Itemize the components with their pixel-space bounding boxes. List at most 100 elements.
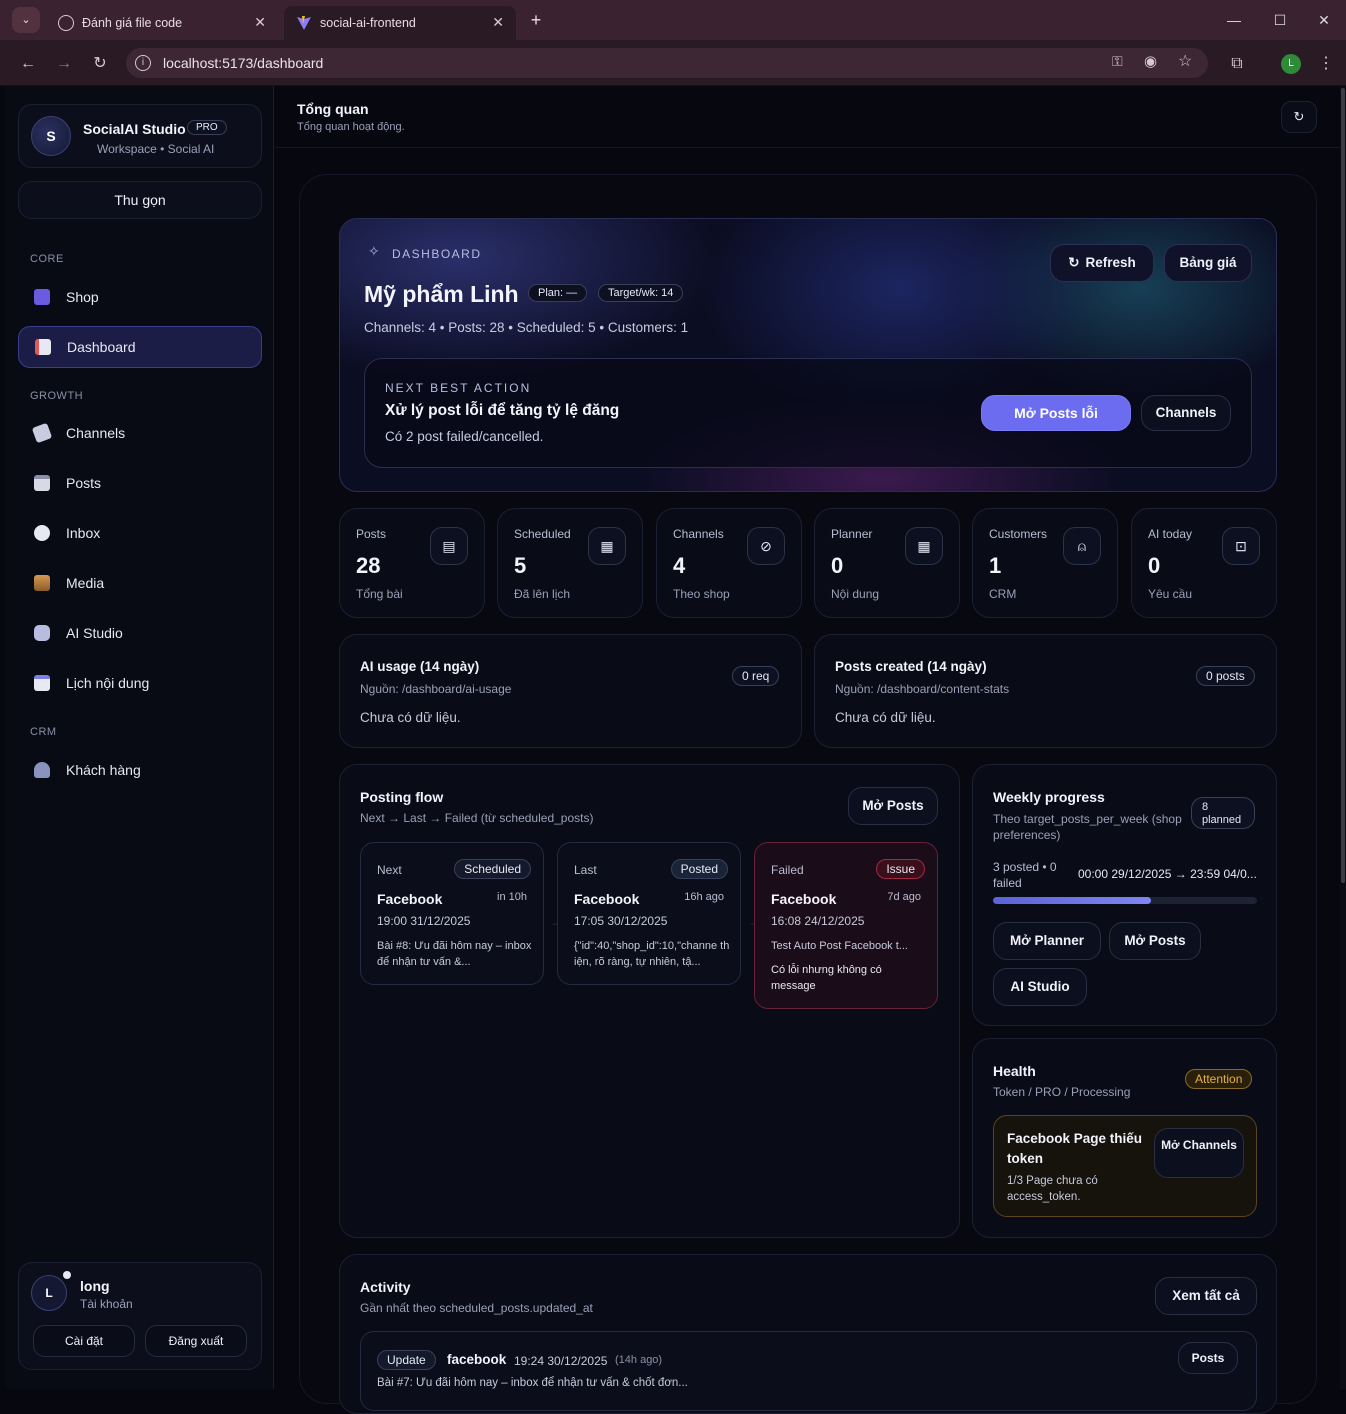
eye-icon[interactable]: ◉	[1144, 52, 1157, 70]
weekly-open-posts-button[interactable]: Mở Posts	[1109, 922, 1201, 960]
weekly-progress-panel: Weekly progress Theo target_posts_per_we…	[972, 764, 1277, 1026]
open-channels-button[interactable]: Mở Channels	[1154, 1128, 1244, 1178]
password-key-icon[interactable]: ⚿	[1112, 53, 1123, 70]
refresh-icon: ↻	[1068, 255, 1080, 270]
header-refresh-icon[interactable]: ↻	[1281, 101, 1317, 133]
site-info-icon[interactable]: i	[135, 55, 151, 71]
view-all-button[interactable]: Xem tất cả	[1155, 1277, 1257, 1315]
tab-title: Đánh giá file code	[82, 16, 183, 30]
media-icon	[34, 575, 50, 591]
user-avatar[interactable]: L	[31, 1275, 67, 1311]
sidebar-item-customers[interactable]: Khách hàng	[18, 749, 262, 791]
sidebar-item-calendar[interactable]: Lịch nội dung	[18, 662, 262, 704]
nba-channels-button[interactable]: Channels	[1141, 395, 1231, 431]
attention-badge: Attention	[1185, 1069, 1253, 1089]
stat-value: 0	[831, 553, 844, 578]
open-posts-button[interactable]: Mở Posts	[848, 787, 938, 825]
nba-description: Có 2 post failed/cancelled.	[385, 429, 544, 444]
open-failed-posts-button[interactable]: Mở Posts lỗi	[981, 395, 1131, 431]
pro-badge: PRO	[187, 120, 227, 135]
sidebar-item-label: Posts	[66, 475, 102, 491]
sparkle-icon: ✧	[368, 243, 380, 259]
ai-usage-source: Nguồn: /dashboard/ai-usage	[360, 682, 512, 696]
section-core: CORE	[30, 253, 64, 265]
weekly-ai-studio-button[interactable]: AI Studio	[993, 968, 1087, 1006]
flow-channel: Facebook	[771, 891, 837, 907]
stat-card-customers[interactable]: Customers 1 CRM ⍝	[972, 508, 1118, 618]
link-icon: ⊘	[747, 527, 785, 565]
tab-search-button[interactable]: ⌄	[12, 7, 40, 33]
sidebar-item-dashboard[interactable]: Dashboard	[18, 326, 262, 368]
sidebar-item-channels[interactable]: Channels	[18, 412, 262, 454]
sidebar-item-label: Khách hàng	[66, 762, 141, 778]
url-text[interactable]: localhost:5173/dashboard	[163, 55, 323, 71]
stat-value: 0	[1148, 553, 1161, 578]
close-window-icon[interactable]: ✕	[1306, 6, 1342, 34]
sidebar-item-ai-studio[interactable]: AI Studio	[18, 612, 262, 654]
posts-icon	[34, 475, 50, 491]
weekly-posted: 3 posted • 0 failed	[993, 860, 1057, 890]
open-planner-button[interactable]: Mở Planner	[993, 922, 1101, 960]
bookmark-star-icon[interactable]: ☆	[1178, 51, 1192, 71]
minimize-icon[interactable]: —	[1216, 6, 1252, 34]
stat-card-posts[interactable]: Posts 28 Tổng bài ▤	[339, 508, 485, 618]
flow-error: Có lỗi nhưng không có message	[771, 964, 882, 992]
profile-avatar[interactable]: L	[1281, 54, 1301, 74]
customers-icon	[34, 762, 50, 778]
stat-sub: Đã lên lịch	[514, 587, 571, 601]
logout-button[interactable]: Đăng xuất	[145, 1325, 247, 1357]
sidebar-item-label: Inbox	[66, 525, 101, 541]
forward-icon[interactable]: →	[52, 52, 76, 76]
stat-sub: Yêu cầu	[1148, 587, 1193, 601]
flow-card-next[interactable]: Next Scheduled Facebook in 10h 19:00 31/…	[360, 842, 544, 985]
pricing-button[interactable]: Bảng giá	[1164, 244, 1252, 282]
sidebar-item-shop[interactable]: Shop	[18, 276, 262, 318]
ai-usage-card: AI usage (14 ngày) Nguồn: /dashboard/ai-…	[339, 634, 802, 748]
flow-ago: in 10h	[497, 891, 527, 903]
collapse-button[interactable]: Thu gọn	[18, 181, 262, 219]
flow-card-last[interactable]: Last Posted Facebook 16h ago 17:05 30/12…	[557, 842, 741, 985]
activity-item[interactable]: Update facebook 19:24 30/12/2025 (14h ag…	[360, 1331, 1257, 1411]
browser-tab-1[interactable]: Đánh giá file code ✕	[46, 6, 278, 40]
planned-count: 8	[1202, 801, 1209, 813]
scrollbar-thumb[interactable]	[1341, 88, 1345, 883]
sidebar-item-inbox[interactable]: Inbox	[18, 512, 262, 554]
plan-pill: Plan: —	[528, 284, 588, 302]
activity-posts-button[interactable]: Posts	[1178, 1342, 1238, 1374]
refresh-button[interactable]: ↻ Refresh	[1050, 244, 1154, 282]
sidebar: S SocialAI Studio PRO Workspace • Social…	[6, 86, 274, 1389]
message-icon: ▤	[430, 527, 468, 565]
maximize-icon[interactable]: ☐	[1262, 6, 1298, 34]
flow-ago: 7d ago	[887, 891, 921, 903]
new-tab-icon[interactable]: +	[524, 8, 548, 32]
brand-name: SocialAI Studio	[83, 121, 186, 137]
settings-button[interactable]: Cài đặt	[33, 1325, 135, 1357]
stat-card-scheduled[interactable]: Scheduled 5 Đã lên lịch ▦	[497, 508, 643, 618]
stat-sub: CRM	[989, 587, 1017, 601]
extensions-icon[interactable]: ⧉	[1225, 52, 1249, 76]
close-tab-icon[interactable]: ✕	[492, 14, 504, 31]
back-icon[interactable]: ←	[16, 52, 40, 76]
dashboard-icon	[35, 339, 51, 355]
address-bar[interactable]: i localhost:5173/dashboard ⚿ ◉ ☆	[126, 48, 1208, 78]
stat-card-planner[interactable]: Planner 0 Nội dung ▦	[814, 508, 960, 618]
browser-tab-2[interactable]: social-ai-frontend ✕	[284, 6, 516, 40]
vite-icon	[296, 15, 312, 31]
stat-sub: Tổng bài	[356, 587, 403, 601]
reload-icon[interactable]: ↻	[88, 52, 112, 76]
flow-card-failed[interactable]: Failed Issue Facebook 7d ago 16:08 24/12…	[754, 842, 938, 1009]
page-title: Tổng quan	[297, 101, 369, 117]
sidebar-item-media[interactable]: Media	[18, 562, 262, 604]
stat-card-channels[interactable]: Channels 4 Theo shop ⊘	[656, 508, 802, 618]
inbox-icon	[34, 525, 50, 541]
stat-card-ai-today[interactable]: AI today 0 Yêu cầu ⊡	[1131, 508, 1277, 618]
posts-created-empty: Chưa có dữ liệu.	[835, 710, 936, 725]
issue-badge: Issue	[876, 859, 925, 879]
menu-kebab-icon[interactable]: ⋮	[1314, 52, 1338, 76]
close-tab-icon[interactable]: ✕	[254, 14, 266, 31]
health-issue-card: Facebook Page thiếu token 1/3 Page chưa …	[993, 1115, 1257, 1217]
sidebar-item-posts[interactable]: Posts	[18, 462, 262, 504]
planned-badge: 8 planned	[1191, 797, 1255, 829]
flow-kind: Failed	[771, 863, 804, 877]
user-name: long	[80, 1278, 110, 1294]
